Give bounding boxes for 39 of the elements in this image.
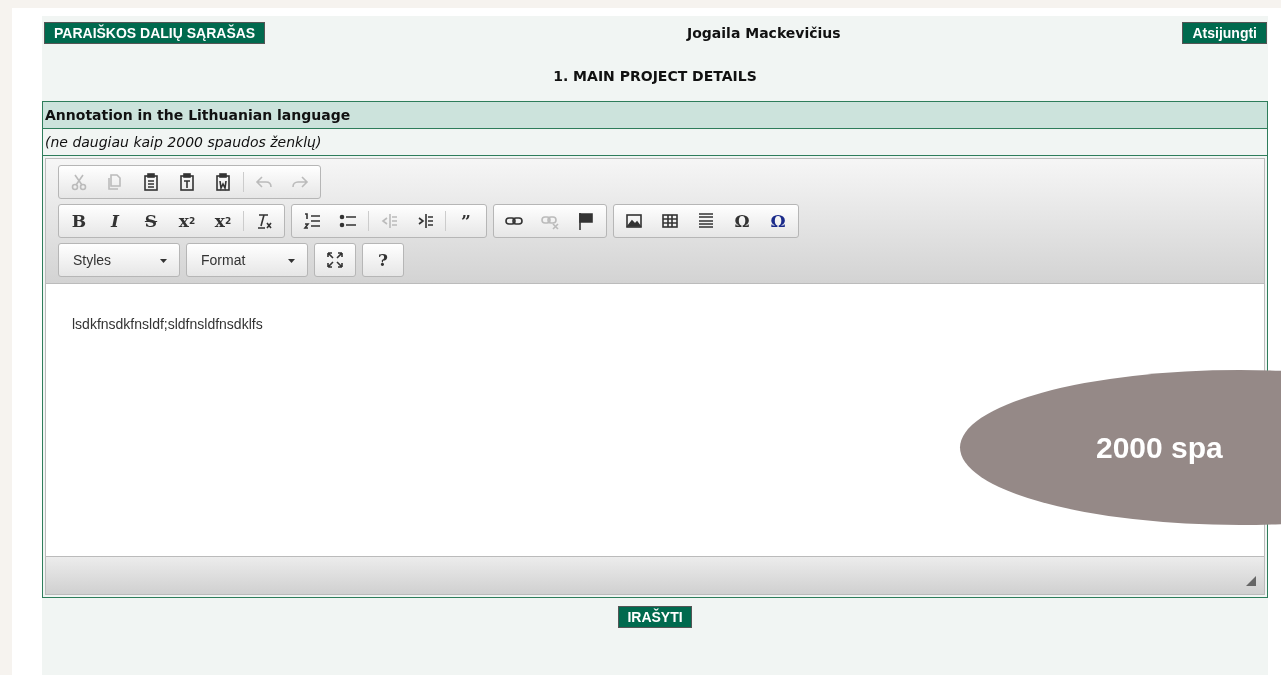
numbered-list-icon	[303, 212, 321, 230]
callout-text: 2000 spa	[1096, 430, 1223, 465]
save-button[interactable]: IRAŠYTI	[618, 606, 692, 628]
special-character-button[interactable]: Ω	[760, 207, 796, 235]
user-name: Jogaila Mackevičius	[687, 25, 841, 41]
section-title: 1. MAIN PROJECT DETAILS	[552, 68, 758, 84]
blockquote-button[interactable]: ”	[448, 207, 484, 235]
dropdown[interactable]: Styles	[61, 245, 177, 275]
editor-text: lsdkfnsdkfnsldf;sldfnsldfnsdklfs	[72, 316, 263, 332]
caret-icon	[288, 259, 295, 263]
logout-button[interactable]: Atsijungti	[1182, 22, 1267, 44]
maximize-icon	[326, 251, 344, 269]
dropdown[interactable]: Format	[189, 245, 305, 275]
field-label: Annotation in the Lithuanian language	[43, 102, 1267, 129]
help-button[interactable]: ?	[365, 246, 401, 274]
strikethrough-button[interactable]: S	[133, 207, 169, 235]
caret-icon	[160, 259, 167, 263]
table-icon	[661, 212, 679, 230]
resize-grip-icon[interactable]	[1246, 576, 1256, 586]
paste-word-icon	[214, 173, 232, 191]
cut-icon	[70, 173, 88, 191]
dropdown-label: Styles	[73, 252, 112, 268]
dropdown-label: Format	[201, 252, 246, 268]
flag-icon	[577, 212, 595, 230]
applications-list-link[interactable]: PARAIŠKOS DALIŲ SĄRAŠAS	[44, 22, 266, 44]
image-icon	[625, 212, 643, 230]
paste-text-icon	[178, 173, 196, 191]
indent-icon	[416, 212, 434, 230]
clear-formatting-icon	[255, 212, 273, 230]
special-character-button[interactable]: Ω	[724, 207, 760, 235]
bulleted-list-icon	[339, 212, 357, 230]
bold-button[interactable]: B	[61, 207, 97, 235]
paste-icon	[142, 173, 160, 191]
horizontal-line-icon	[697, 212, 715, 230]
superscript-button[interactable]: x$^{2}$	[205, 207, 241, 235]
outdent-icon	[380, 212, 398, 230]
italic-button[interactable]: I	[97, 207, 133, 235]
field-hint: (ne daugiau kaip 2000 spaudos ženklų)	[43, 129, 1267, 156]
copy-icon	[106, 173, 124, 191]
